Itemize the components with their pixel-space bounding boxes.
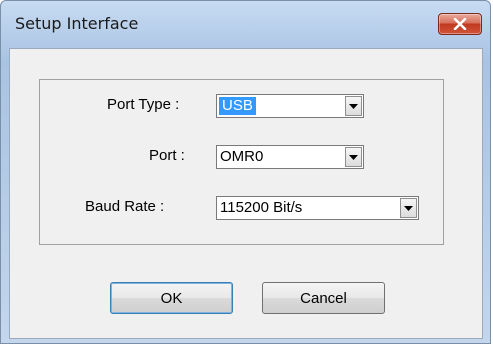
chevron-down-icon bbox=[349, 103, 358, 109]
port-type-dropdown-button[interactable] bbox=[345, 96, 362, 116]
baud-rate-dropdown-button[interactable] bbox=[400, 198, 417, 218]
baud-rate-label: Baud Rate : bbox=[85, 198, 165, 215]
port-type-label: Port Type : bbox=[107, 96, 180, 113]
cancel-button[interactable]: Cancel bbox=[262, 282, 385, 314]
title-bar[interactable]: Setup Interface bbox=[1, 1, 490, 47]
dialog-body: Port Type : USB Port : OMR0 Baud Rate : … bbox=[9, 48, 483, 339]
chevron-down-icon bbox=[404, 205, 413, 211]
dialog-title: Setup Interface bbox=[15, 14, 139, 33]
port-select[interactable]: OMR0 bbox=[216, 145, 364, 169]
port-dropdown-button[interactable] bbox=[345, 147, 362, 167]
close-icon bbox=[453, 18, 467, 30]
ok-button[interactable]: OK bbox=[110, 282, 233, 314]
settings-group: Port Type : USB Port : OMR0 Baud Rate : … bbox=[39, 79, 444, 245]
port-label: Port : bbox=[149, 147, 185, 164]
port-type-value: USB bbox=[219, 97, 256, 115]
close-button[interactable] bbox=[438, 13, 482, 35]
baud-rate-value: 115200 Bit/s bbox=[220, 199, 303, 216]
port-value: OMR0 bbox=[220, 148, 264, 165]
baud-rate-select[interactable]: 115200 Bit/s bbox=[216, 196, 419, 220]
chevron-down-icon bbox=[349, 154, 358, 160]
setup-interface-dialog: Setup Interface Port Type : USB Port : O… bbox=[0, 0, 491, 344]
port-type-select[interactable]: USB bbox=[216, 94, 364, 118]
